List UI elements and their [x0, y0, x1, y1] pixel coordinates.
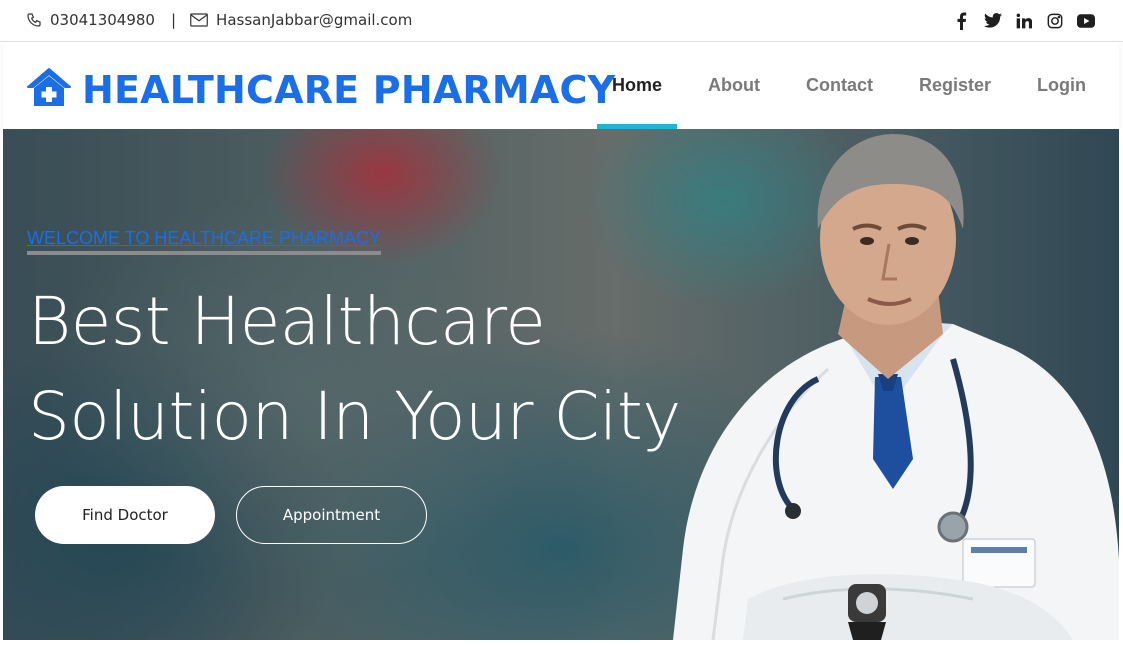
social-links	[952, 11, 1095, 30]
contact-info: 03041304980 | HassanJabbar@gmail.com	[26, 11, 412, 29]
appointment-button[interactable]: Appointment	[236, 486, 427, 544]
linkedin-icon[interactable]	[1014, 11, 1033, 30]
email-address[interactable]: HassanJabbar@gmail.com	[216, 11, 412, 29]
find-doctor-button[interactable]: Find Doctor	[35, 486, 215, 544]
main-nav: Home About Contact Register Login	[589, 42, 1109, 129]
headline-line-1: Best Healthcare	[28, 283, 546, 360]
hero-headline: Best Healthcare Solution In Your City	[28, 274, 681, 464]
house-medical-icon	[26, 66, 72, 113]
phone-icon	[26, 12, 42, 28]
nav-item-about[interactable]: About	[685, 42, 783, 129]
nav-item-register[interactable]: Register	[896, 42, 1014, 129]
mail-icon	[190, 13, 208, 27]
separator: |	[170, 11, 177, 29]
brand-logo[interactable]: HEALTHCARE PHARMACY	[26, 66, 615, 113]
brand-name: HEALTHCARE PHARMACY	[82, 67, 616, 112]
top-bar: 03041304980 | HassanJabbar@gmail.com	[0, 0, 1123, 42]
nav-item-login[interactable]: Login	[1014, 42, 1109, 129]
nav-item-contact[interactable]: Contact	[783, 42, 896, 129]
phone-number[interactable]: 03041304980	[50, 11, 155, 29]
site-header: HEALTHCARE PHARMACY Home About Contact R…	[3, 42, 1119, 129]
instagram-icon[interactable]	[1045, 11, 1064, 30]
twitter-icon[interactable]	[983, 11, 1002, 30]
youtube-icon[interactable]	[1076, 11, 1095, 30]
doctor-image	[673, 134, 1119, 640]
headline-line-2: Solution In Your City	[28, 378, 681, 455]
facebook-icon[interactable]	[952, 11, 971, 30]
welcome-link[interactable]: WELCOME TO HEALTHCARE PHARMACY	[27, 228, 382, 255]
hero-banner: WELCOME TO HEALTHCARE PHARMACY Best Heal…	[3, 129, 1119, 640]
nav-item-home[interactable]: Home	[589, 42, 685, 129]
